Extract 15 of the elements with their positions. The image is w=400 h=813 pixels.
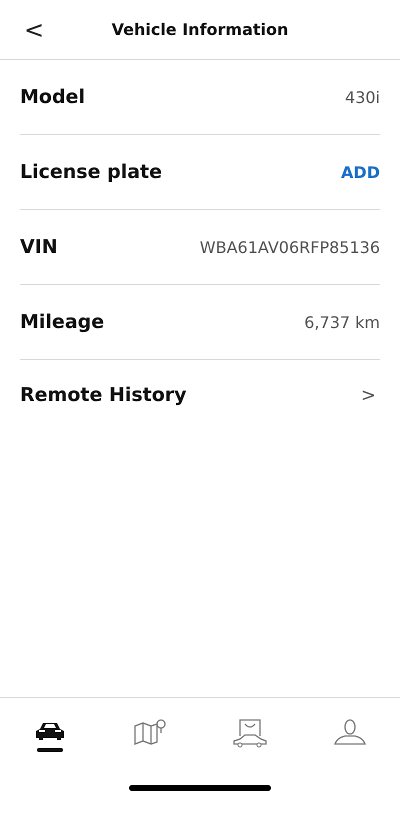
- map-pin-icon: [133, 718, 167, 746]
- add-link[interactable]: ADD: [341, 162, 380, 182]
- row-label: License plate: [20, 161, 162, 183]
- page-title: Vehicle Information: [112, 20, 288, 39]
- row-value: 430i: [345, 88, 380, 106]
- shopping-bag-car-icon: [232, 718, 268, 750]
- row-value: WBA61AV06RFP85136: [200, 238, 380, 256]
- profile-icon: [333, 718, 367, 746]
- row-label: Model: [20, 86, 85, 108]
- row-label: Remote History: [20, 384, 187, 406]
- chevron-button[interactable]: >: [360, 384, 376, 406]
- row-value: 6,737 km: [304, 312, 380, 332]
- row-label: Mileage: [20, 311, 104, 333]
- row-label: VIN: [20, 236, 58, 258]
- back-button[interactable]: <: [24, 16, 44, 44]
